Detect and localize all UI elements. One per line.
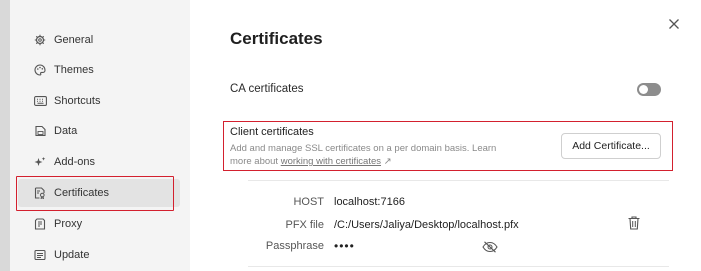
ca-certificates-label: CA certificates xyxy=(230,83,304,95)
sidebar-item-label: Update xyxy=(54,249,90,261)
sidebar-item-themes[interactable]: Themes xyxy=(18,56,180,84)
page-title: Certificates xyxy=(230,29,323,48)
close-icon[interactable] xyxy=(666,16,682,32)
passphrase-label: Passphrase xyxy=(265,240,324,252)
toggle-knob xyxy=(639,85,648,94)
sidebar-item-label: Data xyxy=(54,125,78,137)
passphrase-value: •••• xyxy=(334,239,355,253)
eye-slash-icon[interactable] xyxy=(482,240,498,253)
sidebar-item-label: Proxy xyxy=(54,218,83,230)
add-certificate-button[interactable]: Add Certificate... xyxy=(561,133,661,159)
settings-sidebar: General Themes Shortcuts Data Add-ons Ce… xyxy=(10,0,190,271)
keyboard-icon xyxy=(32,93,48,109)
client-certificates-title: Client certificates xyxy=(230,126,314,138)
gear-icon xyxy=(32,32,48,48)
trash-icon[interactable] xyxy=(627,215,641,231)
sidebar-item-label: Themes xyxy=(54,64,94,76)
link-text: working with certificates xyxy=(280,156,382,167)
selection-highlight xyxy=(16,176,174,211)
client-certificates-description: Add and manage SSL certificates on a per… xyxy=(230,142,520,168)
host-label: HOST xyxy=(293,196,324,208)
sidebar-item-shortcuts[interactable]: Shortcuts xyxy=(18,87,180,115)
proxy-icon xyxy=(32,216,48,232)
divider xyxy=(248,266,669,267)
update-icon xyxy=(32,247,48,263)
sidebar-item-label: General xyxy=(54,34,94,46)
ca-certificates-toggle[interactable] xyxy=(637,83,661,96)
external-link-icon: ↗ xyxy=(383,156,392,167)
sidebar-item-general[interactable]: General xyxy=(18,26,180,54)
pfx-file-label: PFX file xyxy=(285,219,324,231)
settings-main-panel: Certificates CA certificates Client cert… xyxy=(190,0,701,271)
learn-more-link[interactable]: working with certificates xyxy=(281,156,381,167)
pfx-file-value: /C:/Users/Jaliya/Desktop/localhost.pfx xyxy=(334,219,519,231)
sparkle-icon xyxy=(32,154,48,170)
sidebar-item-add-ons[interactable]: Add-ons xyxy=(18,148,180,176)
data-icon xyxy=(32,123,48,139)
divider xyxy=(248,180,669,181)
palette-icon xyxy=(32,62,48,78)
sidebar-item-update[interactable]: Update xyxy=(18,241,180,269)
host-value: localhost:7166 xyxy=(334,196,405,208)
sidebar-item-label: Shortcuts xyxy=(54,95,101,107)
sidebar-item-data[interactable]: Data xyxy=(18,117,180,145)
sidebar-item-label: Add-ons xyxy=(54,156,95,168)
sidebar-item-proxy[interactable]: Proxy xyxy=(18,210,180,238)
